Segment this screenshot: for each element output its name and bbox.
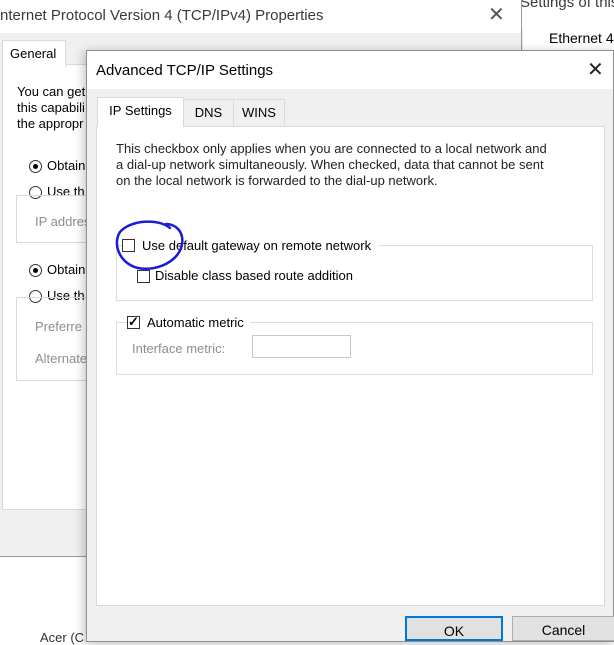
dialog-title: Advanced TCP/IP Settings [96,62,274,79]
ip-settings-panel: This checkbox only applies when you are … [96,126,605,606]
tab-dns[interactable]: DNS [183,99,234,125]
interface-metric-label: Interface metric: [132,341,226,356]
background-right-title: Settings of this [520,0,614,11]
gateway-description: This checkbox only applies when you are … [116,141,547,188]
ok-button-label: OK [443,623,465,639]
cancel-button-label: Cancel [541,622,586,638]
ipv4-close-icon[interactable]: ✕ [488,2,505,27]
ipv4-intro-text: You can get this capabili the appropr [17,84,85,132]
advanced-tcpip-dialog: Advanced TCP/IP Settings ✕ IP Settings D… [86,50,614,642]
tab-general-label: General [10,46,57,61]
interface-metric-input[interactable] [252,335,351,358]
ethernet-4-item[interactable]: Ethernet 4 [549,30,614,46]
tab-wins-label: WINS [242,105,276,120]
ip-address-label: IP addres [35,214,91,229]
automatic-metric-label: Automatic metric [147,315,244,330]
metric-legend: Automatic metric [127,314,250,331]
tab-general[interactable]: General [2,40,66,67]
radio-obtain-ip[interactable] [29,160,42,173]
tab-dns-label: DNS [194,105,223,120]
background-list-item: Acer (C [40,630,85,645]
radio-obtain-dns[interactable] [29,264,42,277]
radio-obtain-dns-label: Obtain [47,262,86,277]
ok-button[interactable]: OK [405,616,503,641]
intro-line: the appropr [17,116,84,131]
annotation-circle-icon [115,220,184,271]
preferred-dns-label: Preferre [35,319,82,334]
tab-ip-settings-label: IP Settings [109,103,172,118]
intro-line: You can get [17,84,86,99]
cancel-button[interactable]: Cancel [512,616,614,641]
tab-ip-settings[interactable]: IP Settings [97,97,184,127]
ipv4-window-title: nternet Protocol Version 4 (TCP/IPv4) Pr… [0,7,324,24]
alternate-dns-label: Alternate [35,351,88,366]
tab-wins[interactable]: WINS [233,99,285,125]
automatic-metric-checkbox[interactable] [127,314,140,330]
radio-obtain-ip-label: Obtain [47,158,86,173]
intro-line: this capabili [17,100,85,115]
close-icon[interactable]: ✕ [587,57,604,82]
